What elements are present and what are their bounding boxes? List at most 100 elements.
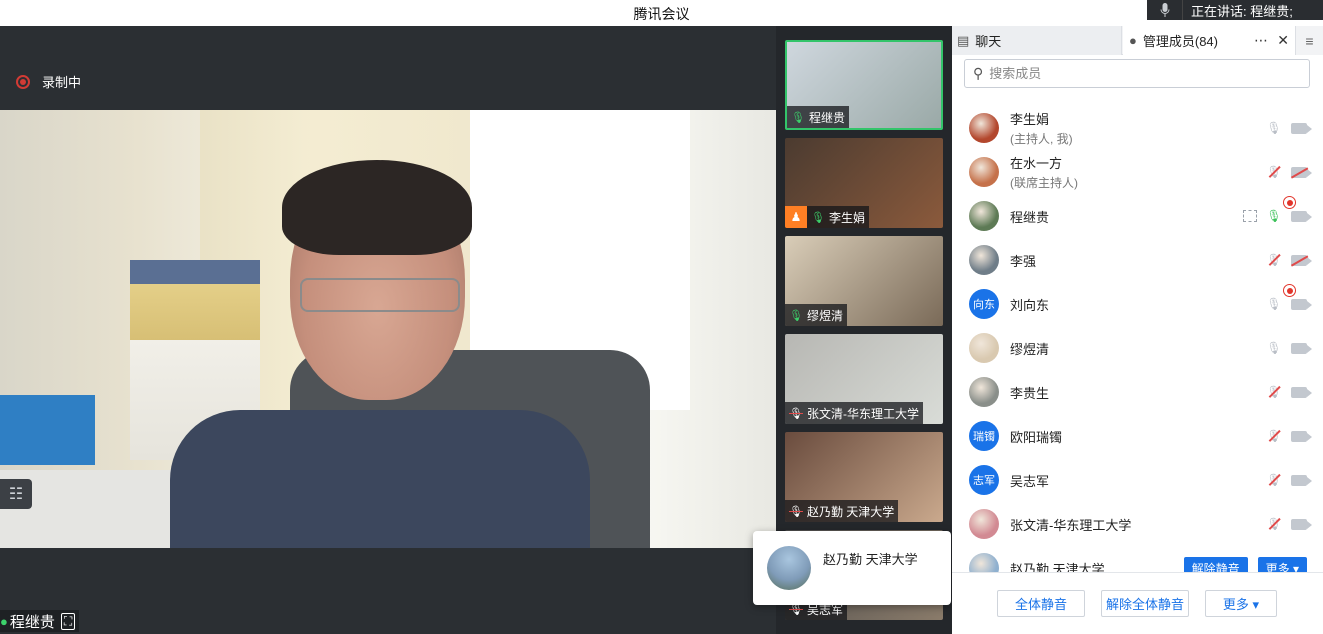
- camera-icon[interactable]: [1291, 430, 1312, 442]
- avatar: 瑞镯: [969, 421, 999, 451]
- avatar: [969, 157, 999, 187]
- search-input[interactable]: [989, 66, 1290, 81]
- member-name: 赵乃勤 天津大学: [1010, 561, 1105, 573]
- mute-all-button[interactable]: 全体静音: [997, 590, 1085, 617]
- menu-icon[interactable]: ≡: [1295, 26, 1323, 55]
- video-thumbnail[interactable]: 🎙︎ 程继贵: [785, 40, 943, 130]
- member-row[interactable]: 在水一方 (联席主持人) 🎙︎: [952, 150, 1323, 209]
- more-icon[interactable]: ⋯: [1254, 32, 1269, 49]
- tab-chat-label: 聊天: [975, 34, 1002, 49]
- member-status-icons: 🎙︎: [1266, 150, 1312, 209]
- speaker-figure: [170, 160, 590, 548]
- member-status-icons: 🎙︎: [1266, 458, 1312, 502]
- title-bar: 腾讯会议 正在讲话: 程继贵;: [0, 0, 1323, 26]
- member-names: 程继贵: [1010, 207, 1049, 226]
- microphone-off-icon[interactable]: 🎙︎: [1266, 473, 1281, 487]
- speaker-glasses: [300, 278, 460, 312]
- member-row[interactable]: 张文清-华东理工大学 🎙︎: [952, 502, 1323, 546]
- host-icon: ♟: [785, 206, 807, 228]
- member-name: 吴志军: [1010, 473, 1050, 489]
- avatar: 向东: [969, 289, 999, 319]
- hover-card-name: 赵乃勤 天津大学: [823, 552, 918, 567]
- recording-indicator[interactable]: 录制中: [16, 72, 81, 91]
- member-row[interactable]: 程继贵 🎙︎: [952, 194, 1323, 238]
- member-name: 李贵生: [1010, 385, 1050, 401]
- camera-icon[interactable]: [1291, 518, 1312, 530]
- member-row[interactable]: 赵乃勤 天津大学 解除静音 更多 ▾: [952, 546, 1323, 572]
- member-status-icons: 🎙︎: [1266, 414, 1312, 458]
- microphone-icon[interactable]: 🎙︎: [1266, 297, 1281, 311]
- microphone-icon[interactable]: 🎙︎: [1266, 121, 1281, 135]
- tab-members-label: 管理成员(84): [1142, 34, 1218, 49]
- camera-icon[interactable]: [1291, 342, 1312, 354]
- member-hover-card[interactable]: 赵乃勤 天津大学: [753, 531, 951, 605]
- member-row[interactable]: 瑞镯 欧阳瑞镯 🎙︎: [952, 414, 1323, 458]
- video-thumbnail[interactable]: 🎙︎ 赵乃勤 天津大学: [785, 432, 943, 522]
- member-search[interactable]: ⚲: [964, 59, 1310, 88]
- member-status-icons: 解除静音 更多 ▾: [1183, 546, 1307, 572]
- unmute-all-button[interactable]: 解除全体静音: [1101, 590, 1189, 617]
- close-icon[interactable]: ✕: [1277, 32, 1289, 49]
- member-names: 李贵生: [1010, 383, 1049, 402]
- avatar: [969, 377, 999, 407]
- microphone-icon[interactable]: 🎙︎: [1266, 341, 1281, 355]
- camera-icon[interactable]: [1291, 474, 1312, 486]
- microphone-off-icon: 🎙︎: [789, 407, 803, 420]
- member-row[interactable]: 缪煜清 🎙︎: [952, 326, 1323, 370]
- side-panel: ▤ 聊天 ● 管理成员(84) ⋯ ✕ ≡ ⚲ 李生娟(主持人, 我)🎙︎在水一…: [952, 26, 1323, 634]
- main-video-feed: [0, 110, 776, 548]
- member-role: (联席主持人): [1010, 176, 1078, 190]
- camera-off-icon[interactable]: [1291, 254, 1312, 266]
- thumbnail-label: 🎙︎ 李生娟: [807, 206, 869, 228]
- member-row[interactable]: 李强 🎙︎: [952, 238, 1323, 297]
- avatar: [969, 553, 999, 572]
- record-icon: [16, 74, 30, 89]
- avatar: [969, 201, 999, 231]
- avatar: [969, 333, 999, 363]
- member-status-icons: 🎙︎: [1266, 238, 1312, 297]
- member-row[interactable]: 李生娟 (主持人, 我) 🎙︎: [952, 106, 1323, 150]
- camera-off-icon[interactable]: [1291, 166, 1312, 178]
- list-toggle-icon[interactable]: ☷: [0, 479, 32, 509]
- member-row[interactable]: 向东 刘向东 🎙︎: [952, 282, 1323, 326]
- main-video-name-label: ● 程继贵 ⛶: [0, 610, 80, 632]
- microphone-off-icon[interactable]: 🎙︎: [1266, 165, 1281, 179]
- video-thumbnail[interactable]: ♟ 🎙︎ 李生娟: [785, 138, 943, 228]
- microphone-off-icon[interactable]: 🎙︎: [1266, 429, 1281, 443]
- main-video-area[interactable]: 录制中 ☷ ● 程继贵 ⛶: [0, 26, 776, 634]
- camera-icon[interactable]: [1291, 298, 1312, 310]
- microphone-off-icon[interactable]: 🎙︎: [1266, 517, 1281, 531]
- member-name: 程继贵: [1010, 209, 1050, 225]
- search-icon: ⚲: [973, 65, 984, 81]
- member-row[interactable]: 李贵生 🎙︎: [952, 370, 1323, 414]
- member-list[interactable]: 李生娟 (主持人, 我) 🎙︎ 在水一方 (联席主持人) 🎙︎ 程继贵 🎙︎ 李强 🎙︎ 向东 刘向东…: [952, 106, 1323, 572]
- member-row[interactable]: 志军 吴志军 🎙︎: [952, 458, 1323, 502]
- video-thumbnail[interactable]: 🎙︎ 缪煜清: [785, 236, 943, 326]
- tab-chat[interactable]: ▤ 聊天: [952, 26, 1122, 55]
- member-status-icons: 🎙︎: [1266, 106, 1312, 150]
- avatar: 志军: [969, 465, 999, 495]
- camera-icon[interactable]: [1291, 122, 1312, 134]
- member-names: 李生娟 (主持人, 我): [1010, 109, 1073, 147]
- more-button[interactable]: 更多 ▾: [1257, 557, 1307, 572]
- video-thumbnail[interactable]: 🎙︎ 张文清-华东理工大学: [785, 334, 943, 424]
- screen-share-icon: ⛶: [60, 612, 76, 630]
- tab-members[interactable]: ● 管理成员(84) ⋯ ✕: [1123, 26, 1295, 55]
- member-status-icons: 🎙︎: [1243, 194, 1312, 238]
- member-name: 在水一方: [1010, 156, 1063, 171]
- microphone-on-icon: ●: [0, 613, 8, 629]
- camera-icon[interactable]: [1291, 386, 1312, 398]
- microphone-on-icon[interactable]: 🎙︎: [1266, 209, 1281, 223]
- screen-share-icon[interactable]: [1243, 210, 1257, 222]
- more-button[interactable]: 更多 ▾: [1205, 590, 1277, 617]
- person-icon: ●: [1129, 33, 1137, 48]
- recording-label: 录制中: [42, 75, 82, 90]
- microphone-off-icon[interactable]: 🎙︎: [1266, 253, 1281, 267]
- microphone-on-icon: 🎙︎: [811, 211, 825, 224]
- microphone-off-icon[interactable]: 🎙︎: [1266, 385, 1281, 399]
- member-name: 李强: [1010, 253, 1037, 269]
- member-status-icons: 🎙︎: [1266, 326, 1312, 370]
- camera-icon[interactable]: [1291, 210, 1312, 222]
- unmute-button[interactable]: 解除静音: [1183, 557, 1248, 572]
- thumbnail-label: 🎙︎ 缪煜清: [785, 304, 847, 326]
